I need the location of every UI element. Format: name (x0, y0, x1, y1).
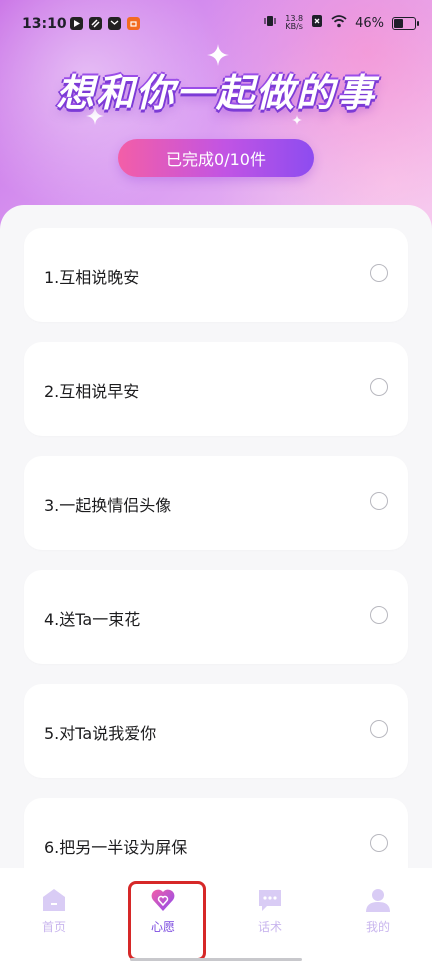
wish-item[interactable]: 2.互相说早安 (24, 342, 408, 436)
bottom-tab-bar: 首页 心愿 话术 我的 (0, 868, 432, 964)
wish-item-label: 3.一起换情侣头像 (44, 496, 172, 515)
mail-icon (108, 17, 121, 30)
network-speed: 13.8 KB/s (285, 15, 303, 31)
wish-item-checkbox[interactable] (370, 378, 388, 396)
tab-chat-label: 话术 (257, 920, 282, 934)
page-title: 想和你一起做的事 (55, 71, 376, 115)
play-icon (70, 17, 83, 30)
home-icon (41, 887, 67, 913)
wish-item[interactable]: 4.送Ta一束花 (24, 570, 408, 664)
wish-item-checkbox[interactable] (370, 492, 388, 510)
vibrate-icon (263, 14, 277, 32)
battery-icon (392, 16, 419, 30)
status-time: 13:10 (22, 16, 67, 32)
wish-item-checkbox[interactable] (370, 720, 388, 738)
wish-item-label: 5.对Ta说我爱你 (44, 724, 157, 743)
wish-item-label: 4.送Ta一束花 (44, 610, 141, 629)
status-bar: 13:10 13.8 KB/s 46% (0, 0, 432, 48)
wish-item-label: 6.把另一半设为屏保 (44, 838, 188, 857)
wish-item-checkbox[interactable] (370, 606, 388, 624)
tab-chat[interactable]: 话术 (235, 887, 305, 935)
sim-off-icon (311, 14, 323, 32)
chat-icon (257, 887, 283, 913)
battery-percent: 46% (355, 15, 384, 31)
link-icon (89, 17, 102, 30)
wish-item[interactable]: 5.对Ta说我爱你 (24, 684, 408, 778)
wish-item-checkbox[interactable] (370, 264, 388, 282)
notification-icons (70, 17, 140, 30)
wifi-icon (331, 14, 347, 32)
tab-home[interactable]: 首页 (19, 887, 89, 935)
tab-profile[interactable]: 我的 (343, 887, 413, 935)
home-indicator[interactable] (130, 958, 302, 961)
wish-list: 1.互相说晚安 2.互相说早安 3.一起换情侣头像 4.送Ta一束花 5.对Ta… (24, 228, 408, 912)
wish-item-checkbox[interactable] (370, 834, 388, 852)
status-right: 13.8 KB/s 46% (263, 14, 419, 32)
wish-item[interactable]: 1.互相说晚安 (24, 228, 408, 322)
wish-item-label: 1.互相说晚安 (44, 268, 140, 287)
wish-item-label: 2.互相说早安 (44, 382, 140, 401)
user-icon (365, 887, 391, 913)
battery-fill (394, 18, 403, 28)
network-speed-unit: KB/s (285, 22, 303, 31)
active-tab-highlight (128, 881, 206, 961)
progress-badge: 已完成0/10件 (118, 139, 314, 177)
wish-item[interactable]: 3.一起换情侣头像 (24, 456, 408, 550)
shop-icon (127, 17, 140, 30)
tab-home-label: 首页 (41, 920, 66, 934)
tab-profile-label: 我的 (365, 920, 390, 934)
